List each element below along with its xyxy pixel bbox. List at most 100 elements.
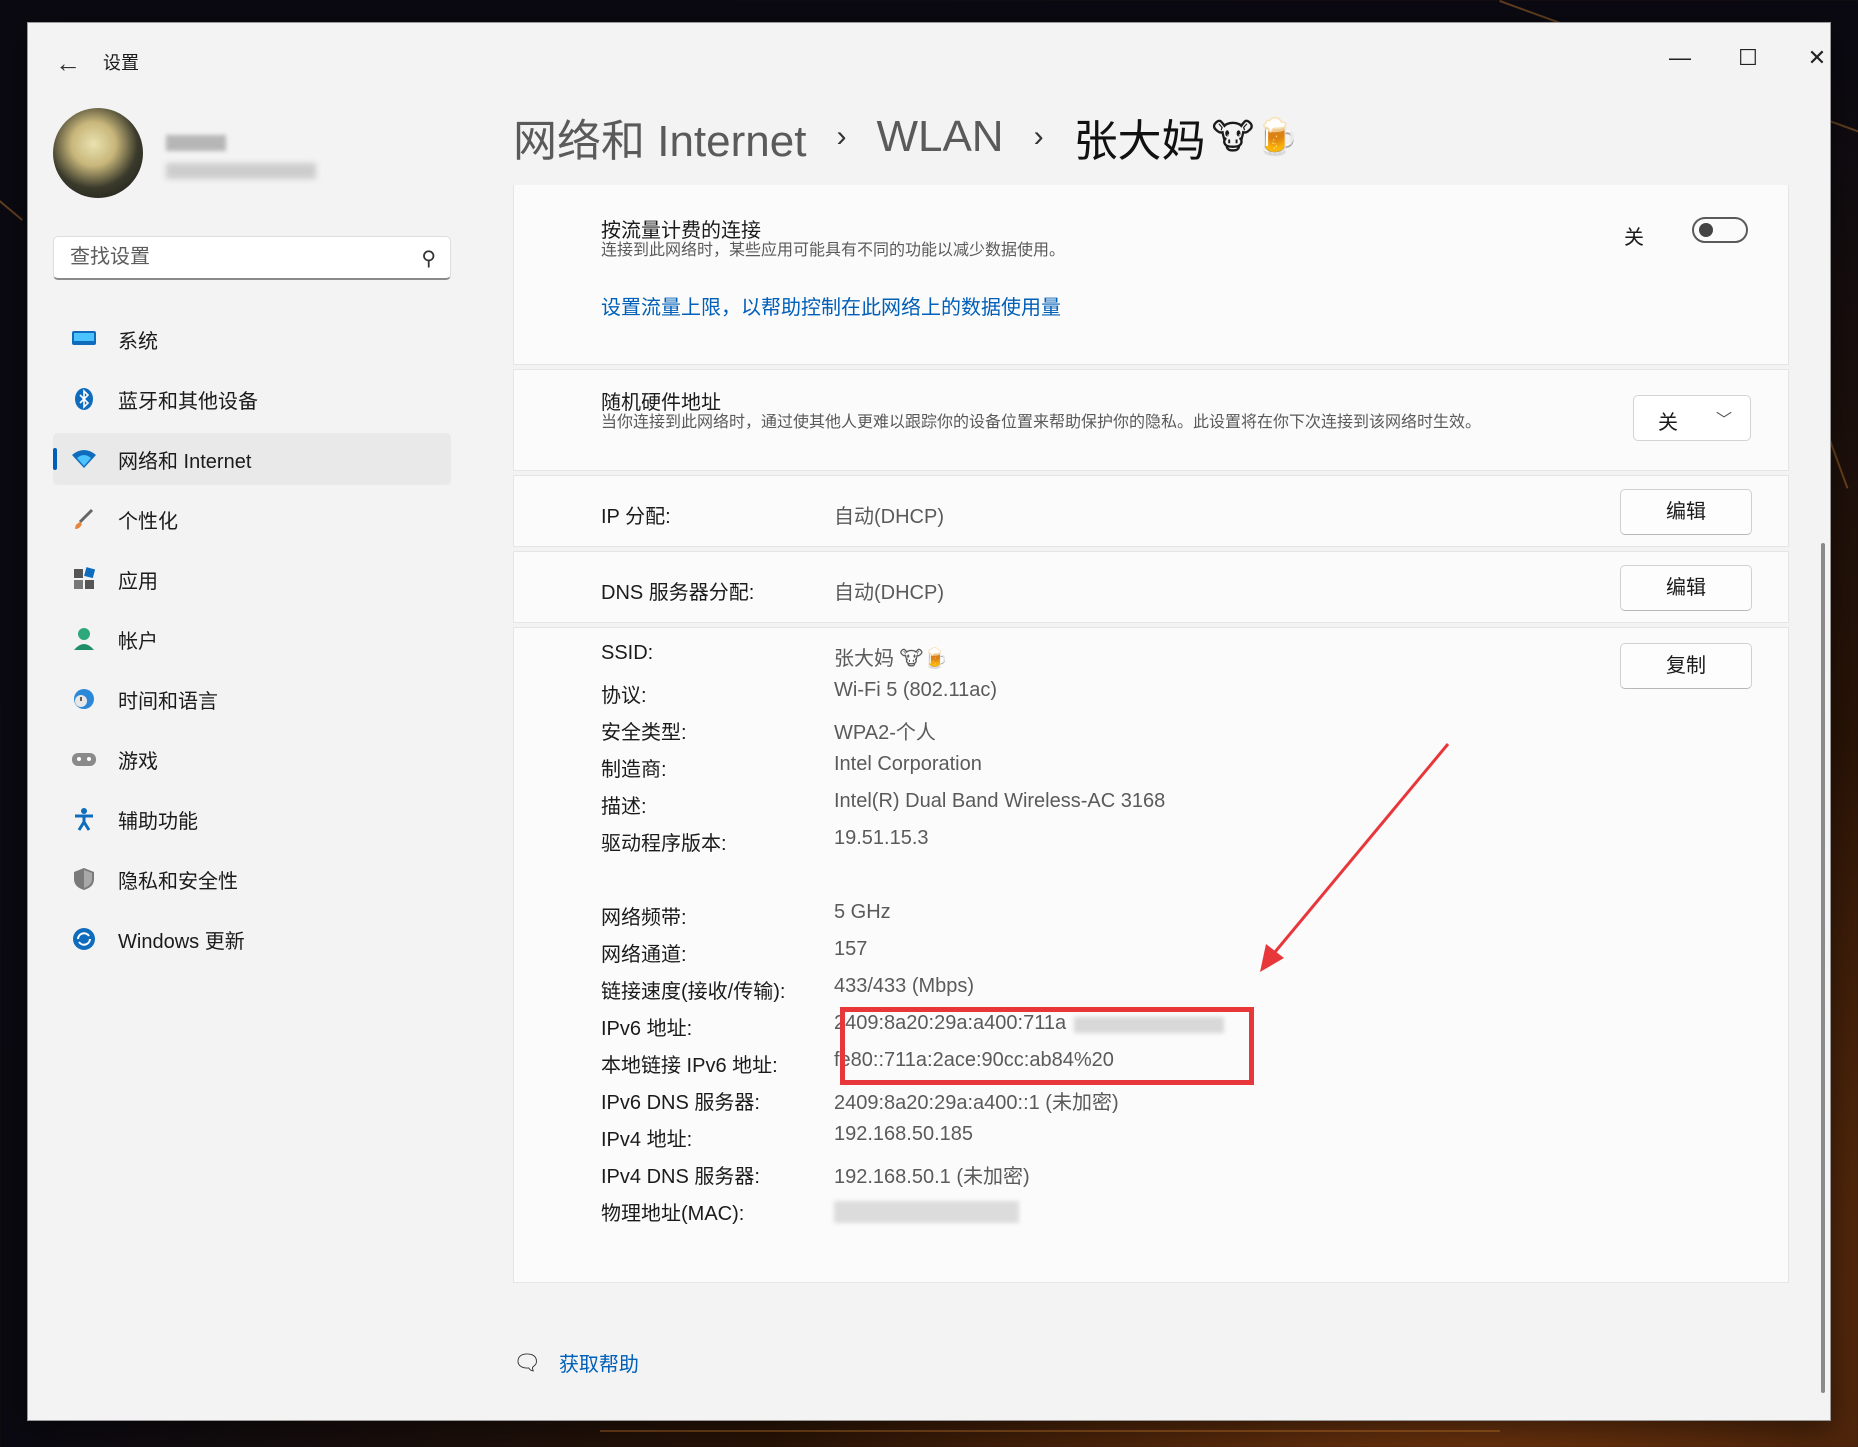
prop-value: Intel(R) Dual Band Wireless-AC 3168 — [834, 790, 1166, 812]
globe-clock-icon — [70, 687, 98, 711]
chevron-right-icon: › — [836, 120, 847, 153]
bluetooth-icon — [70, 387, 98, 411]
prop-value: Intel Corporation — [834, 753, 982, 775]
ip-assignment-value: 自动(DHCP) — [834, 506, 944, 528]
prop-label: SSID: — [601, 642, 654, 664]
background-decoration — [600, 1430, 1500, 1432]
search-icon[interactable]: ⚲ — [421, 246, 436, 271]
metered-description: 连接到此网络时，某些应用可能具有不同的功能以减少数据使用。 — [601, 242, 1066, 259]
chevron-down-icon: ﹀ — [1715, 412, 1732, 429]
background-decoration — [0, 200, 23, 221]
app-title: 设置 — [103, 53, 139, 73]
metered-toggle-label: 关 — [1624, 227, 1644, 249]
sidebar-item-label: 隐私和安全性 — [118, 870, 238, 893]
dns-assignment-label: DNS 服务器分配: — [601, 582, 755, 604]
breadcrumb-wlan[interactable]: WLAN — [876, 112, 1003, 162]
sidebar-item-windows-update[interactable]: Windows 更新 — [53, 913, 451, 965]
sidebar-item-accessibility[interactable]: 辅助功能 — [53, 793, 451, 845]
copy-button[interactable]: 复制 — [1620, 643, 1752, 689]
back-arrow-icon[interactable]: ← — [48, 45, 88, 81]
sidebar-item-gaming[interactable]: 游戏 — [53, 733, 451, 785]
ip-assignment-card: IP 分配: 自动(DHCP) 编辑 — [513, 475, 1789, 547]
prop-label: IPv4 DNS 服务器: — [601, 1166, 760, 1188]
profile-name-redacted — [166, 135, 226, 151]
prop-label: IPv6 DNS 服务器: — [601, 1092, 760, 1114]
accessibility-icon — [70, 807, 98, 831]
search-box[interactable]: ⚲ — [53, 236, 451, 280]
settings-window: ← 设置 — ☐ ✕ ⚲ 系统 蓝牙和其他设备 网络和 Internet 个性化 — [27, 22, 1831, 1421]
prop-label: 制造商: — [601, 759, 667, 781]
dns-edit-button[interactable]: 编辑 — [1620, 565, 1752, 611]
prop-value: 192.168.50.185 — [834, 1123, 974, 1145]
prop-label: 描述: — [601, 796, 647, 818]
wifi-icon — [70, 447, 98, 471]
sidebar-item-label: 时间和语言 — [118, 690, 218, 713]
brush-icon — [70, 507, 98, 531]
prop-value: 5 GHz — [834, 901, 891, 923]
get-help-label: 获取帮助 — [558, 1354, 639, 1376]
gamepad-icon — [70, 747, 98, 771]
system-icon — [70, 327, 98, 351]
prop-label: 安全类型: — [601, 722, 687, 744]
get-help-link[interactable]: 🗨 获取帮助 — [513, 1348, 639, 1377]
apps-icon — [70, 567, 98, 591]
sidebar-item-network[interactable]: 网络和 Internet — [53, 433, 451, 485]
sidebar-item-label: 系统 — [118, 330, 158, 353]
breadcrumb: 网络和 Internet › WLAN › 张大妈 🐮🍺 — [513, 105, 1299, 169]
close-button[interactable]: ✕ — [1787, 41, 1830, 75]
shield-icon — [70, 867, 98, 891]
breadcrumb-network[interactable]: 网络和 Internet — [513, 105, 806, 169]
sidebar-item-bluetooth[interactable]: 蓝牙和其他设备 — [53, 373, 451, 425]
ip-edit-button[interactable]: 编辑 — [1620, 489, 1752, 535]
sidebar-item-accounts[interactable]: 帐户 — [53, 613, 451, 665]
sidebar-item-personalization[interactable]: 个性化 — [53, 493, 451, 545]
prop-label: 本地链接 IPv6 地址: — [601, 1055, 778, 1077]
random-mac-description: 当你连接到此网络时，通过使其他人更难以跟踪你的设备位置来帮助保护你的隐私。此设置… — [601, 414, 1482, 431]
sidebar-item-label: 网络和 Internet — [118, 450, 252, 473]
prop-value: 19.51.15.3 — [834, 827, 929, 849]
sidebar-item-time-language[interactable]: 时间和语言 — [53, 673, 451, 725]
dns-assignment-value: 自动(DHCP) — [834, 582, 944, 604]
prop-label: IPv4 地址: — [601, 1129, 693, 1151]
data-limit-link[interactable]: 设置流量上限，以帮助控制在此网络上的数据使用量 — [601, 291, 1061, 320]
prop-value: 192.168.50.1 (未加密) — [834, 1166, 1030, 1188]
title-bar: ← 设置 — ☐ ✕ — [28, 23, 1830, 103]
sidebar-item-privacy[interactable]: 隐私和安全性 — [53, 853, 451, 905]
sidebar-item-apps[interactable]: 应用 — [53, 553, 451, 605]
prop-label: IPv6 地址: — [601, 1018, 693, 1040]
random-mac-title: 随机硬件地址 — [601, 392, 721, 414]
prop-value: 2409:8a20:29a:a400::1 (未加密) — [834, 1092, 1119, 1114]
sidebar-nav: 系统 蓝牙和其他设备 网络和 Internet 个性化 应用 帐户 时间和语言 — [53, 313, 451, 973]
avatar[interactable] — [53, 108, 143, 198]
highlight-box — [840, 1007, 1254, 1085]
random-mac-card: 随机硬件地址 当你连接到此网络时，通过使其他人更难以跟踪你的设备位置来帮助保护你… — [513, 369, 1789, 471]
random-mac-dropdown[interactable]: 关 ﹀ — [1633, 395, 1751, 441]
search-input[interactable] — [68, 245, 402, 270]
sidebar-item-system[interactable]: 系统 — [53, 313, 451, 365]
redacted-mac-block — [834, 1201, 1019, 1223]
chevron-right-icon: › — [1033, 120, 1044, 153]
account-icon — [70, 627, 98, 651]
metered-title: 按流量计费的连接 — [601, 220, 761, 242]
dropdown-value: 关 — [1658, 412, 1678, 434]
prop-value: 张大妈 🐮🍺 — [834, 648, 949, 670]
sidebar-item-label: 个性化 — [118, 510, 178, 533]
sidebar-item-label: 应用 — [118, 570, 158, 593]
prop-value: WPA2-个人 — [834, 722, 936, 744]
prop-value: 157 — [834, 938, 868, 960]
minimize-button[interactable]: — — [1650, 41, 1710, 75]
dns-assignment-card: DNS 服务器分配: 自动(DHCP) 编辑 — [513, 551, 1789, 623]
metered-toggle[interactable] — [1692, 217, 1748, 243]
sidebar-item-label: 帐户 — [118, 630, 158, 653]
properties-card: 复制 SSID: 张大妈 🐮🍺 协议: Wi-Fi 5 (802.11ac) 安… — [513, 627, 1789, 1283]
scrollbar[interactable] — [1821, 543, 1825, 1393]
prop-label: 网络频带: — [601, 907, 687, 929]
sidebar-item-label: Windows 更新 — [118, 930, 245, 953]
prop-label: 链接速度(接收/传输): — [601, 981, 786, 1003]
update-icon — [70, 927, 98, 951]
ip-assignment-label: IP 分配: — [601, 506, 671, 528]
maximize-button[interactable]: ☐ — [1718, 41, 1778, 75]
toggle-knob — [1699, 223, 1713, 237]
title-emoji: 🐮🍺 — [1211, 116, 1299, 157]
prop-label: 驱动程序版本: — [601, 833, 727, 855]
